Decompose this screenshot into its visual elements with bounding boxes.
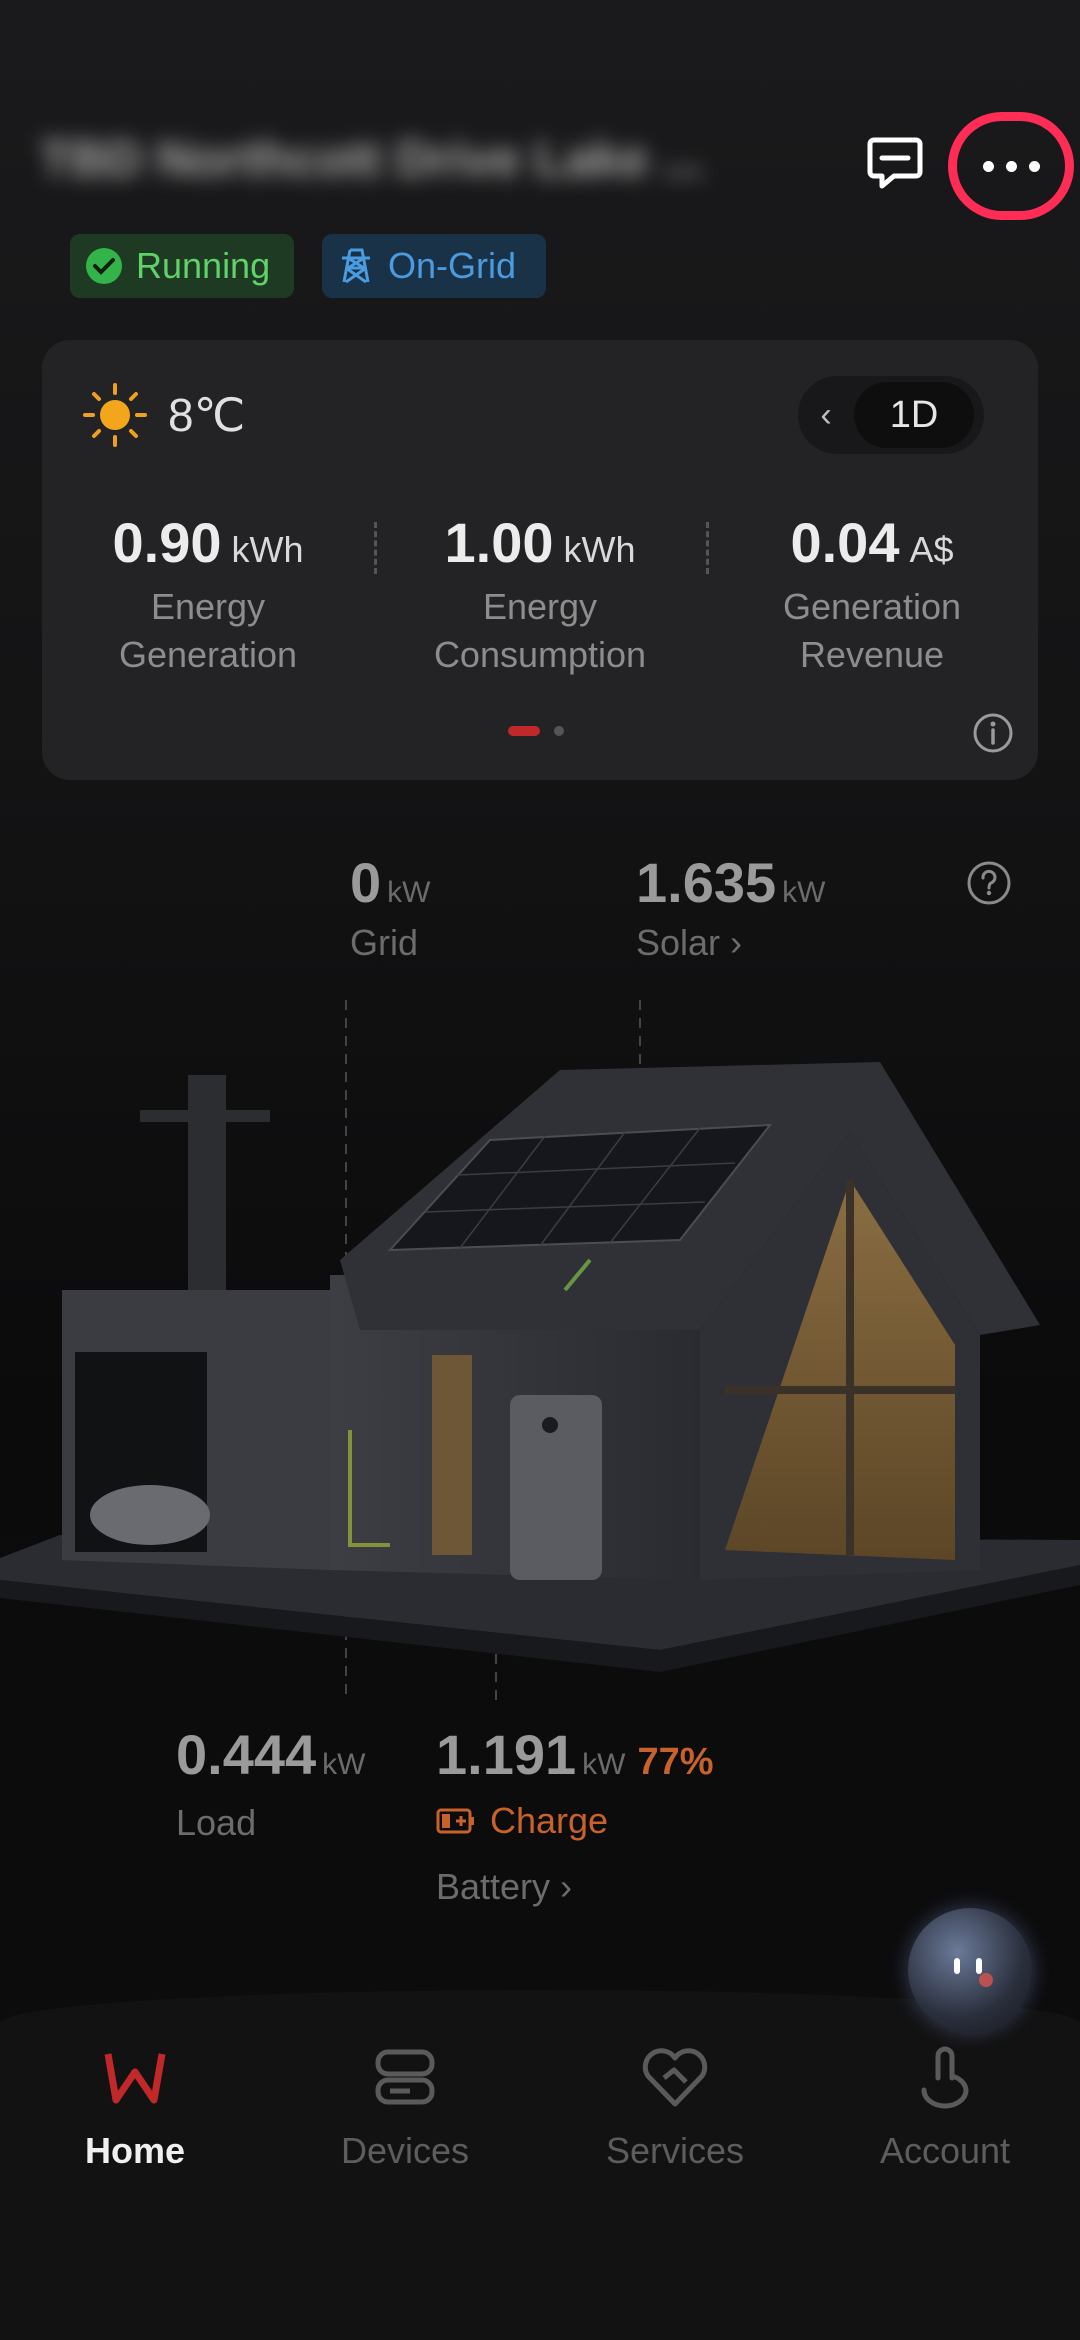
- stat-energy-consumption: 1.00 kWh Energy Consumption: [374, 510, 706, 690]
- temperature: 8℃: [168, 389, 246, 441]
- stat-energy-generation: 0.90 kWh Energy Generation: [42, 510, 374, 690]
- nav-label: Home: [84, 2130, 186, 2171]
- devices-icon: [375, 2049, 435, 2105]
- stat-unit: A$: [909, 529, 954, 570]
- assistant-bubble[interactable]: [908, 1908, 1032, 2032]
- chevron-left-icon[interactable]: ‹: [798, 396, 854, 435]
- battery-charging-icon: [436, 1808, 474, 1834]
- battery-soc: 77%: [637, 1741, 714, 1783]
- house-illustration: [0, 1000, 1080, 1700]
- nav-item-devices[interactable]: Devices: [270, 2038, 540, 2172]
- info-icon[interactable]: [972, 712, 1014, 754]
- message-icon: [867, 137, 923, 189]
- stat-value: 0.04: [790, 511, 900, 574]
- bottom-nav: Home Devices Services Account: [0, 1990, 1080, 2340]
- load-label: Load: [176, 1802, 257, 1843]
- stat-generation-revenue: 0.04 A$ Generation Revenue: [706, 510, 1038, 690]
- site-name[interactable]: TBD Northcott Drive Lake ...: [40, 130, 760, 190]
- more-button[interactable]: [948, 112, 1074, 220]
- load-power: 0.444 kW: [176, 1723, 366, 1786]
- account-icon: [921, 2046, 969, 2109]
- nav-label: Account: [879, 2130, 1011, 2171]
- stat-unit: kWh: [231, 529, 304, 570]
- page-indicator: [508, 726, 564, 736]
- status-badge-grid: On-Grid: [322, 234, 546, 298]
- nav-label: Services: [605, 2130, 745, 2171]
- stat-unit: kWh: [563, 529, 636, 570]
- nav-item-services[interactable]: Services: [540, 2038, 810, 2172]
- assistant-face-icon: [954, 1958, 993, 1987]
- nav-label: Devices: [340, 2130, 470, 2171]
- power-tower-icon: [336, 246, 376, 286]
- battery-state-label: Charge: [490, 1800, 609, 1841]
- grid-power: 0 kW: [350, 851, 431, 914]
- battery-link[interactable]: Battery ›: [436, 1866, 572, 1908]
- period-selector[interactable]: ‹ 1D: [798, 376, 984, 454]
- services-icon: [642, 2048, 708, 2107]
- stat-value: 0.90: [112, 511, 222, 574]
- nav-item-home[interactable]: Home: [0, 2038, 270, 2172]
- grid-label: Grid: [350, 922, 419, 963]
- nav-item-account[interactable]: Account: [810, 2038, 1080, 2172]
- status-badge-running: Running: [70, 234, 294, 298]
- grid-label: On-Grid: [388, 245, 517, 286]
- sun-icon: [83, 383, 147, 447]
- battery-power: 1.191 kW 77%: [436, 1723, 714, 1786]
- stat-label: Generation Revenue: [782, 586, 962, 675]
- help-icon[interactable]: [966, 860, 1012, 906]
- check-circle-icon: [84, 246, 124, 286]
- stats-row: 0.90 kWh Energy Generation 1.00 kWh Energy C…: [42, 510, 1038, 690]
- stat-label: Energy Consumption: [433, 586, 647, 675]
- app-screen: TBD Northcott Drive Lake ... Running On-…: [0, 0, 1080, 2340]
- solar-power: 1.635 kW: [636, 851, 826, 914]
- running-label: Running: [136, 245, 271, 286]
- home-icon: [104, 2053, 166, 2104]
- solar-link[interactable]: Solar ›: [636, 922, 742, 964]
- battery-state: Charge: [436, 1800, 608, 1842]
- more-dots-icon: [982, 160, 1040, 172]
- message-button[interactable]: [862, 130, 928, 196]
- weather: 8℃: [82, 382, 245, 448]
- energy-summary-card[interactable]: 8℃ ‹ 1D 0.90 kWh Energy Generation 1.00 kWh…: [42, 340, 1038, 780]
- stat-value: 1.00: [444, 511, 554, 574]
- period-value[interactable]: 1D: [854, 382, 974, 448]
- stat-label: Energy Generation: [118, 586, 298, 675]
